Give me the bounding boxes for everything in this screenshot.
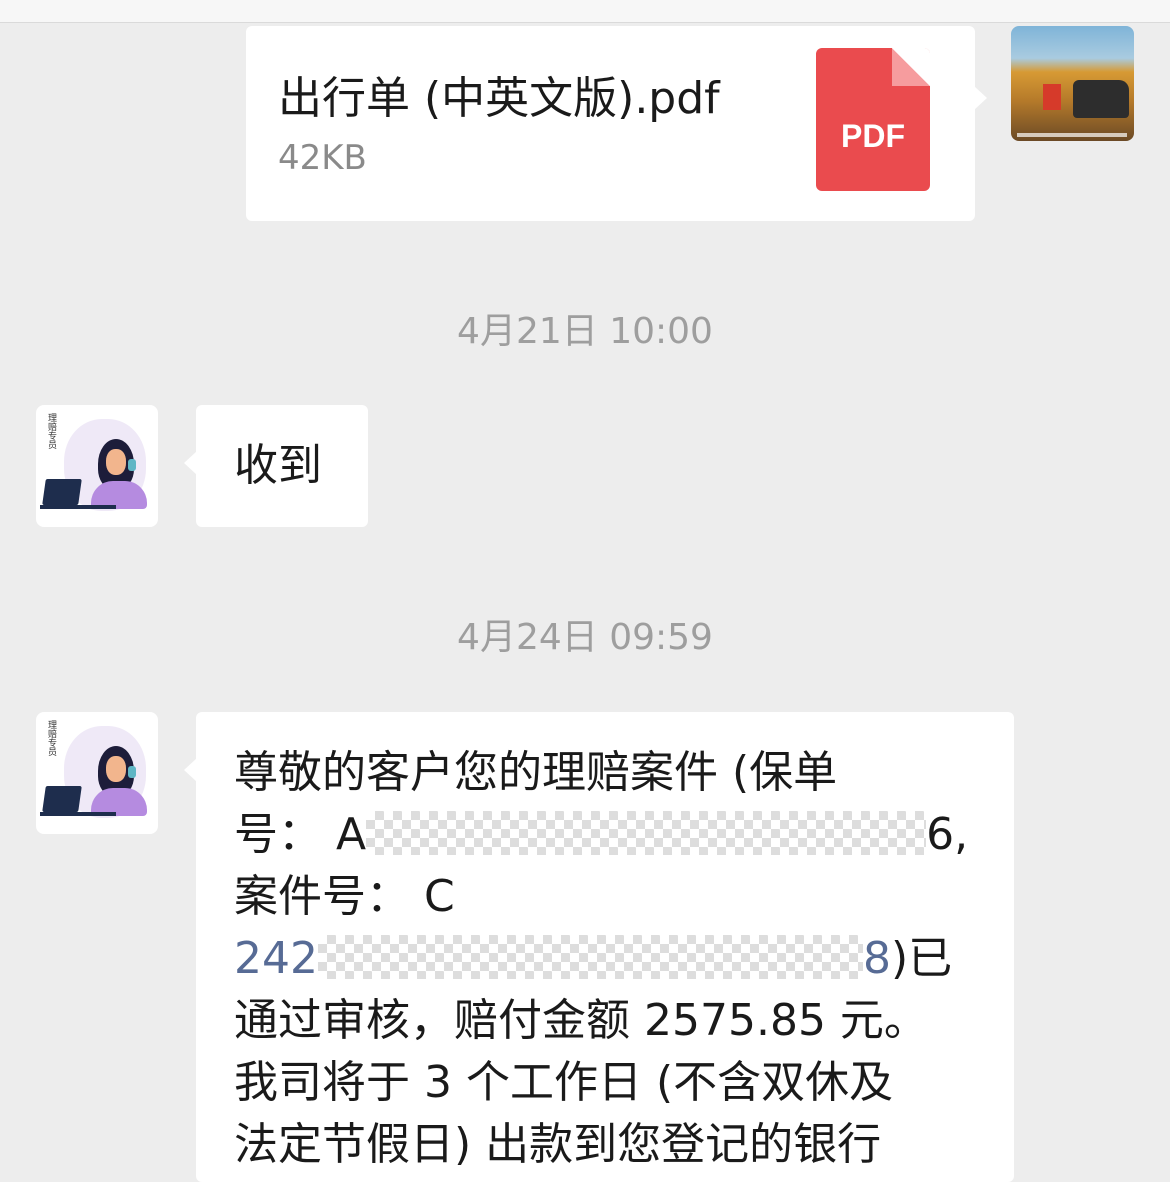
photo-caption-strip bbox=[1017, 133, 1127, 137]
car-shape bbox=[1073, 80, 1129, 118]
redacted-policy-number bbox=[366, 811, 927, 855]
flag-shape bbox=[1043, 84, 1061, 110]
message-line: 尊敬的客户您的理赔案件 (保单 bbox=[234, 747, 838, 798]
pdf-file-icon: PDF bbox=[816, 48, 930, 191]
file-message-bubble[interactable]: 出行单 (中英文版).pdf 42KB PDF bbox=[246, 26, 987, 221]
agent-badge-text: 理赔专员 bbox=[46, 413, 56, 449]
headset-icon bbox=[128, 459, 136, 471]
agent-avatar[interactable]: 理赔专员 bbox=[36, 712, 158, 834]
timestamp: 4月21日 10:00 bbox=[457, 311, 713, 352]
laptop-icon bbox=[42, 479, 82, 505]
pdf-corner-fold bbox=[892, 48, 930, 86]
agent-face bbox=[106, 756, 126, 782]
laptop-icon bbox=[42, 786, 82, 812]
laptop-base bbox=[40, 505, 116, 509]
top-nav-bar bbox=[0, 0, 1170, 23]
agent-badge-text: 理赔专员 bbox=[46, 720, 56, 756]
case-number-after: )已 bbox=[890, 933, 953, 984]
policy-tail: 6, bbox=[926, 809, 969, 860]
pdf-label: PDF bbox=[841, 118, 905, 154]
case-number-link-end[interactable]: 8 bbox=[863, 933, 891, 984]
file-size: 42KB bbox=[278, 138, 367, 178]
message-line-case-label: 案件号： C bbox=[234, 871, 455, 922]
message-line: 通过审核，赔付金额 2575.85 元。 bbox=[234, 995, 928, 1046]
message-text: 收到 bbox=[234, 440, 322, 491]
policy-label: 号： A bbox=[234, 809, 367, 860]
message-line: 法定节假日) 出款到您登记的银行 bbox=[234, 1119, 882, 1170]
message-bubble[interactable]: 收到 bbox=[184, 405, 368, 527]
case-number-link-start[interactable]: 242 bbox=[234, 933, 318, 984]
file-name: 出行单 (中英文版).pdf bbox=[278, 73, 720, 124]
my-avatar[interactable] bbox=[1011, 26, 1134, 141]
redacted-case-number bbox=[317, 935, 863, 979]
message-line-policy-number: 号： A 6, bbox=[234, 804, 968, 866]
agent-avatar[interactable]: 理赔专员 bbox=[36, 405, 158, 527]
claim-notice-bubble[interactable]: 尊敬的客户您的理赔案件 (保单 号： A 6, 案件号： C 242 8)已 通过审… bbox=[184, 712, 1014, 1182]
laptop-base bbox=[40, 812, 116, 816]
timestamp: 4月24日 09:59 bbox=[457, 617, 713, 658]
agent-face bbox=[106, 449, 126, 475]
headset-icon bbox=[128, 766, 136, 778]
message-line: 我司将于 3 个工作日 (不含双休及 bbox=[234, 1057, 894, 1108]
message-line-case-number: 242 8)已 bbox=[234, 928, 952, 990]
